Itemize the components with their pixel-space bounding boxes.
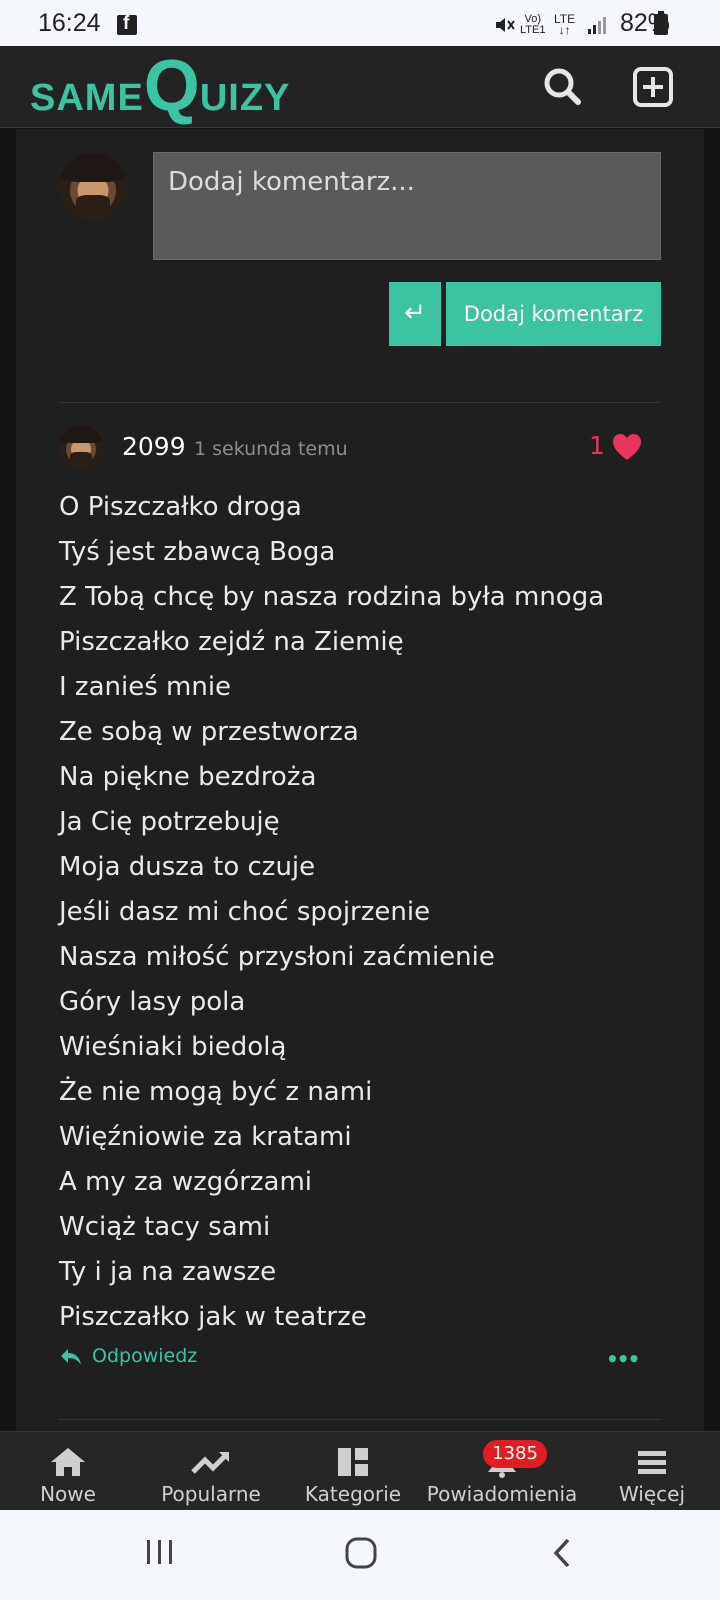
add-quiz-button[interactable] [630, 64, 676, 110]
nav-wiecej[interactable]: Więcej [584, 1432, 720, 1511]
comment-line: Piszczałko jak w teatrze [59, 1302, 367, 1332]
status-icons: Vo) LTE1 LTE ↓↑ [494, 12, 614, 36]
status-time: 16:24 [38, 9, 101, 37]
add-comment-button[interactable]: Dodaj komentarz [446, 282, 661, 346]
divider [58, 1419, 661, 1420]
comment-body: O Piszczałko droga Tyś jest zbawcą Boga Z … [59, 485, 679, 1340]
comment-input[interactable]: Dodaj komentarz... [153, 152, 661, 260]
enter-icon-button[interactable]: ↵ [389, 282, 441, 346]
comment-line: Ja Cię potrzebuję [59, 807, 280, 837]
like-count: 1 [589, 431, 605, 460]
logo-text-q: Q [143, 46, 200, 126]
comment-line: Nasza miłość przysłoni zaćmienie [59, 942, 495, 972]
menu-icon [638, 1451, 666, 1474]
nav-label: Kategorie [304, 1482, 402, 1506]
nav-label: Popularne [161, 1482, 261, 1506]
logo-text-uizy: UIZY [199, 77, 291, 119]
nav-kategorie[interactable]: Kategorie [286, 1432, 420, 1511]
comment-line: Że nie mogą być z nami [59, 1077, 373, 1107]
home-icon [51, 1448, 85, 1476]
comment-line: Jeśli dasz mi choć spojrzenie [59, 897, 431, 927]
comment-line: Tyś jest zbawcą Boga [59, 537, 336, 567]
logo-text-same: SAME [30, 77, 144, 119]
reply-icon [61, 1349, 81, 1365]
comment-line: Wieśniaki biedolą [59, 1032, 287, 1062]
comment-line: Na piękne bezdroża [59, 762, 317, 792]
nav-label: Nowe [40, 1482, 96, 1506]
comment-line: O Piszczałko droga [59, 492, 302, 522]
notifications-badge: 1385 [483, 1440, 547, 1468]
comment-line: A my za wzgórzami [59, 1167, 313, 1197]
nav-label: Powiadomienia [426, 1482, 578, 1506]
comment-line: Ty i ja na zawsze [59, 1257, 277, 1287]
data-arrows-icon: ↓↑ [558, 23, 571, 37]
trending-icon [191, 1452, 229, 1474]
volte-indicator: Vo) LTE1 [520, 14, 545, 36]
samequizy-logo[interactable]: SAMEQUIZY [30, 50, 291, 122]
right-gutter [704, 129, 720, 1431]
nav-label: Więcej [618, 1482, 686, 1506]
divider [58, 402, 661, 403]
left-gutter [0, 129, 16, 1431]
comment-author[interactable]: 2099 [122, 432, 186, 461]
nav-nowe[interactable]: Nowe [0, 1432, 136, 1511]
comment-line: Moja dusza to czuje [59, 852, 316, 882]
comment-timestamp: 1 sekunda temu [194, 438, 348, 460]
mute-icon [496, 18, 515, 32]
comment-line: Piszczałko zejdź na Ziemię [59, 627, 404, 657]
comment-line: Wciąż tacy sami [59, 1212, 271, 1242]
comment-line: Góry lasy pola [59, 987, 246, 1017]
comment-line: I zanieś mnie [59, 672, 232, 702]
nav-popularne[interactable]: Popularne [136, 1432, 286, 1511]
bottom-navigation: Nowe Popularne Kategorie Powiadomienia W… [0, 1431, 720, 1510]
comment-line: Ze sobą w przestworza [59, 717, 359, 747]
search-button[interactable] [540, 64, 586, 110]
facebook-notification-icon: f [117, 13, 137, 35]
system-navigation-bar [0, 1510, 720, 1600]
comments-section: Dodaj komentarz... ↵ Dodaj komentarz 209… [16, 129, 704, 1431]
status-bar: 16:24 f Vo) LTE1 LTE ↓↑ 82% [0, 0, 720, 46]
comment-author-avatar[interactable] [59, 425, 103, 469]
back-icon[interactable] [550, 1536, 574, 1570]
categories-icon [338, 1448, 368, 1476]
search-icon [544, 68, 581, 105]
reply-label: Odpowiedz [92, 1345, 198, 1367]
battery-icon [654, 11, 668, 35]
lte1-label: LTE1 [520, 24, 546, 36]
comment-line: Więźniowie za kratami [59, 1122, 352, 1152]
current-user-avatar[interactable] [59, 153, 127, 221]
signal-icon [588, 17, 606, 34]
lte-indicator: LTE ↓↑ [554, 13, 575, 37]
more-options-button[interactable]: ••• [606, 1347, 640, 1371]
app-header: SAMEQUIZY [0, 46, 720, 128]
home-button-icon[interactable] [344, 1536, 378, 1570]
heart-icon[interactable] [612, 433, 642, 461]
plus-square-icon [633, 67, 673, 107]
recent-apps-icon[interactable] [144, 1536, 176, 1568]
comment-line: Z Tobą chcę by nasza rodzina była mnoga [59, 582, 605, 612]
